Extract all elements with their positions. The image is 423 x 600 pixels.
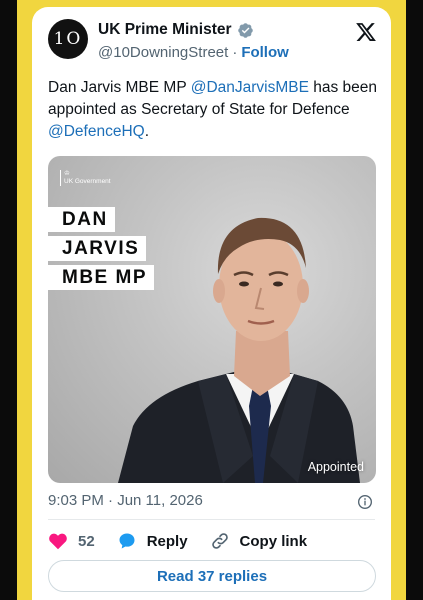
name-label-line: DAN	[48, 207, 115, 232]
appointed-tag: Appointed	[307, 460, 364, 474]
tweet-card: 1O UK Prime Minister @10DowningStreet · …	[32, 7, 391, 600]
tweet-text-part: .	[144, 123, 150, 140]
screen-edge-right	[406, 0, 423, 600]
follow-button[interactable]: Follow	[241, 44, 289, 61]
screen-edge-left	[0, 0, 17, 600]
link-icon	[211, 533, 228, 549]
handle-separator: ·	[232, 44, 238, 61]
tweet-image[interactable]: ♔ UK Government DAN JARVIS MBE MP Appoin…	[48, 156, 376, 483]
info-icon[interactable]	[357, 494, 373, 510]
tweet-actions: 52 Reply Copy link	[48, 529, 307, 553]
author-name[interactable]: UK Prime Minister	[98, 21, 232, 39]
copy-link-button[interactable]: Copy link	[210, 531, 308, 551]
uk-government-logo: ♔ UK Government	[60, 170, 111, 186]
like-button[interactable]: 52	[48, 531, 95, 551]
author-handle-row: @10DowningStreet · Follow	[98, 44, 289, 61]
name-label-line: MBE MP	[48, 265, 154, 290]
author-handle[interactable]: @10DowningStreet	[98, 44, 228, 61]
heart-icon	[49, 533, 67, 550]
gov-logo-crest-icon: ♔	[64, 170, 70, 177]
name-label-line: JARVIS	[48, 236, 147, 261]
divider	[48, 519, 375, 520]
mention-link[interactable]: @DefenceHQ	[48, 123, 145, 140]
author-name-row: UK Prime Minister	[98, 21, 254, 39]
reply-bubble-icon	[119, 533, 135, 549]
x-logo-icon[interactable]	[355, 21, 377, 43]
mention-link[interactable]: @DanJarvisMBE	[191, 79, 309, 96]
avatar-text: 1O	[53, 29, 83, 49]
portrait-illustration	[118, 217, 360, 483]
reply-button[interactable]: Reply	[117, 531, 188, 551]
tweet-text-part: Dan Jarvis MBE MP	[48, 79, 191, 96]
copy-link-label: Copy link	[239, 532, 308, 550]
gov-logo-text: UK Government	[64, 178, 111, 185]
avatar[interactable]: 1O	[48, 19, 88, 59]
tweet-timestamp[interactable]: 9:03 PM · Jun 11, 2026	[48, 492, 203, 509]
read-replies-button[interactable]: Read 37 replies	[48, 560, 376, 592]
reply-label: Reply	[146, 532, 188, 550]
like-count: 52	[78, 532, 95, 550]
verified-badge-icon	[237, 22, 253, 38]
tweet-text: Dan Jarvis MBE MP @DanJarvisMBE has been…	[48, 77, 378, 143]
